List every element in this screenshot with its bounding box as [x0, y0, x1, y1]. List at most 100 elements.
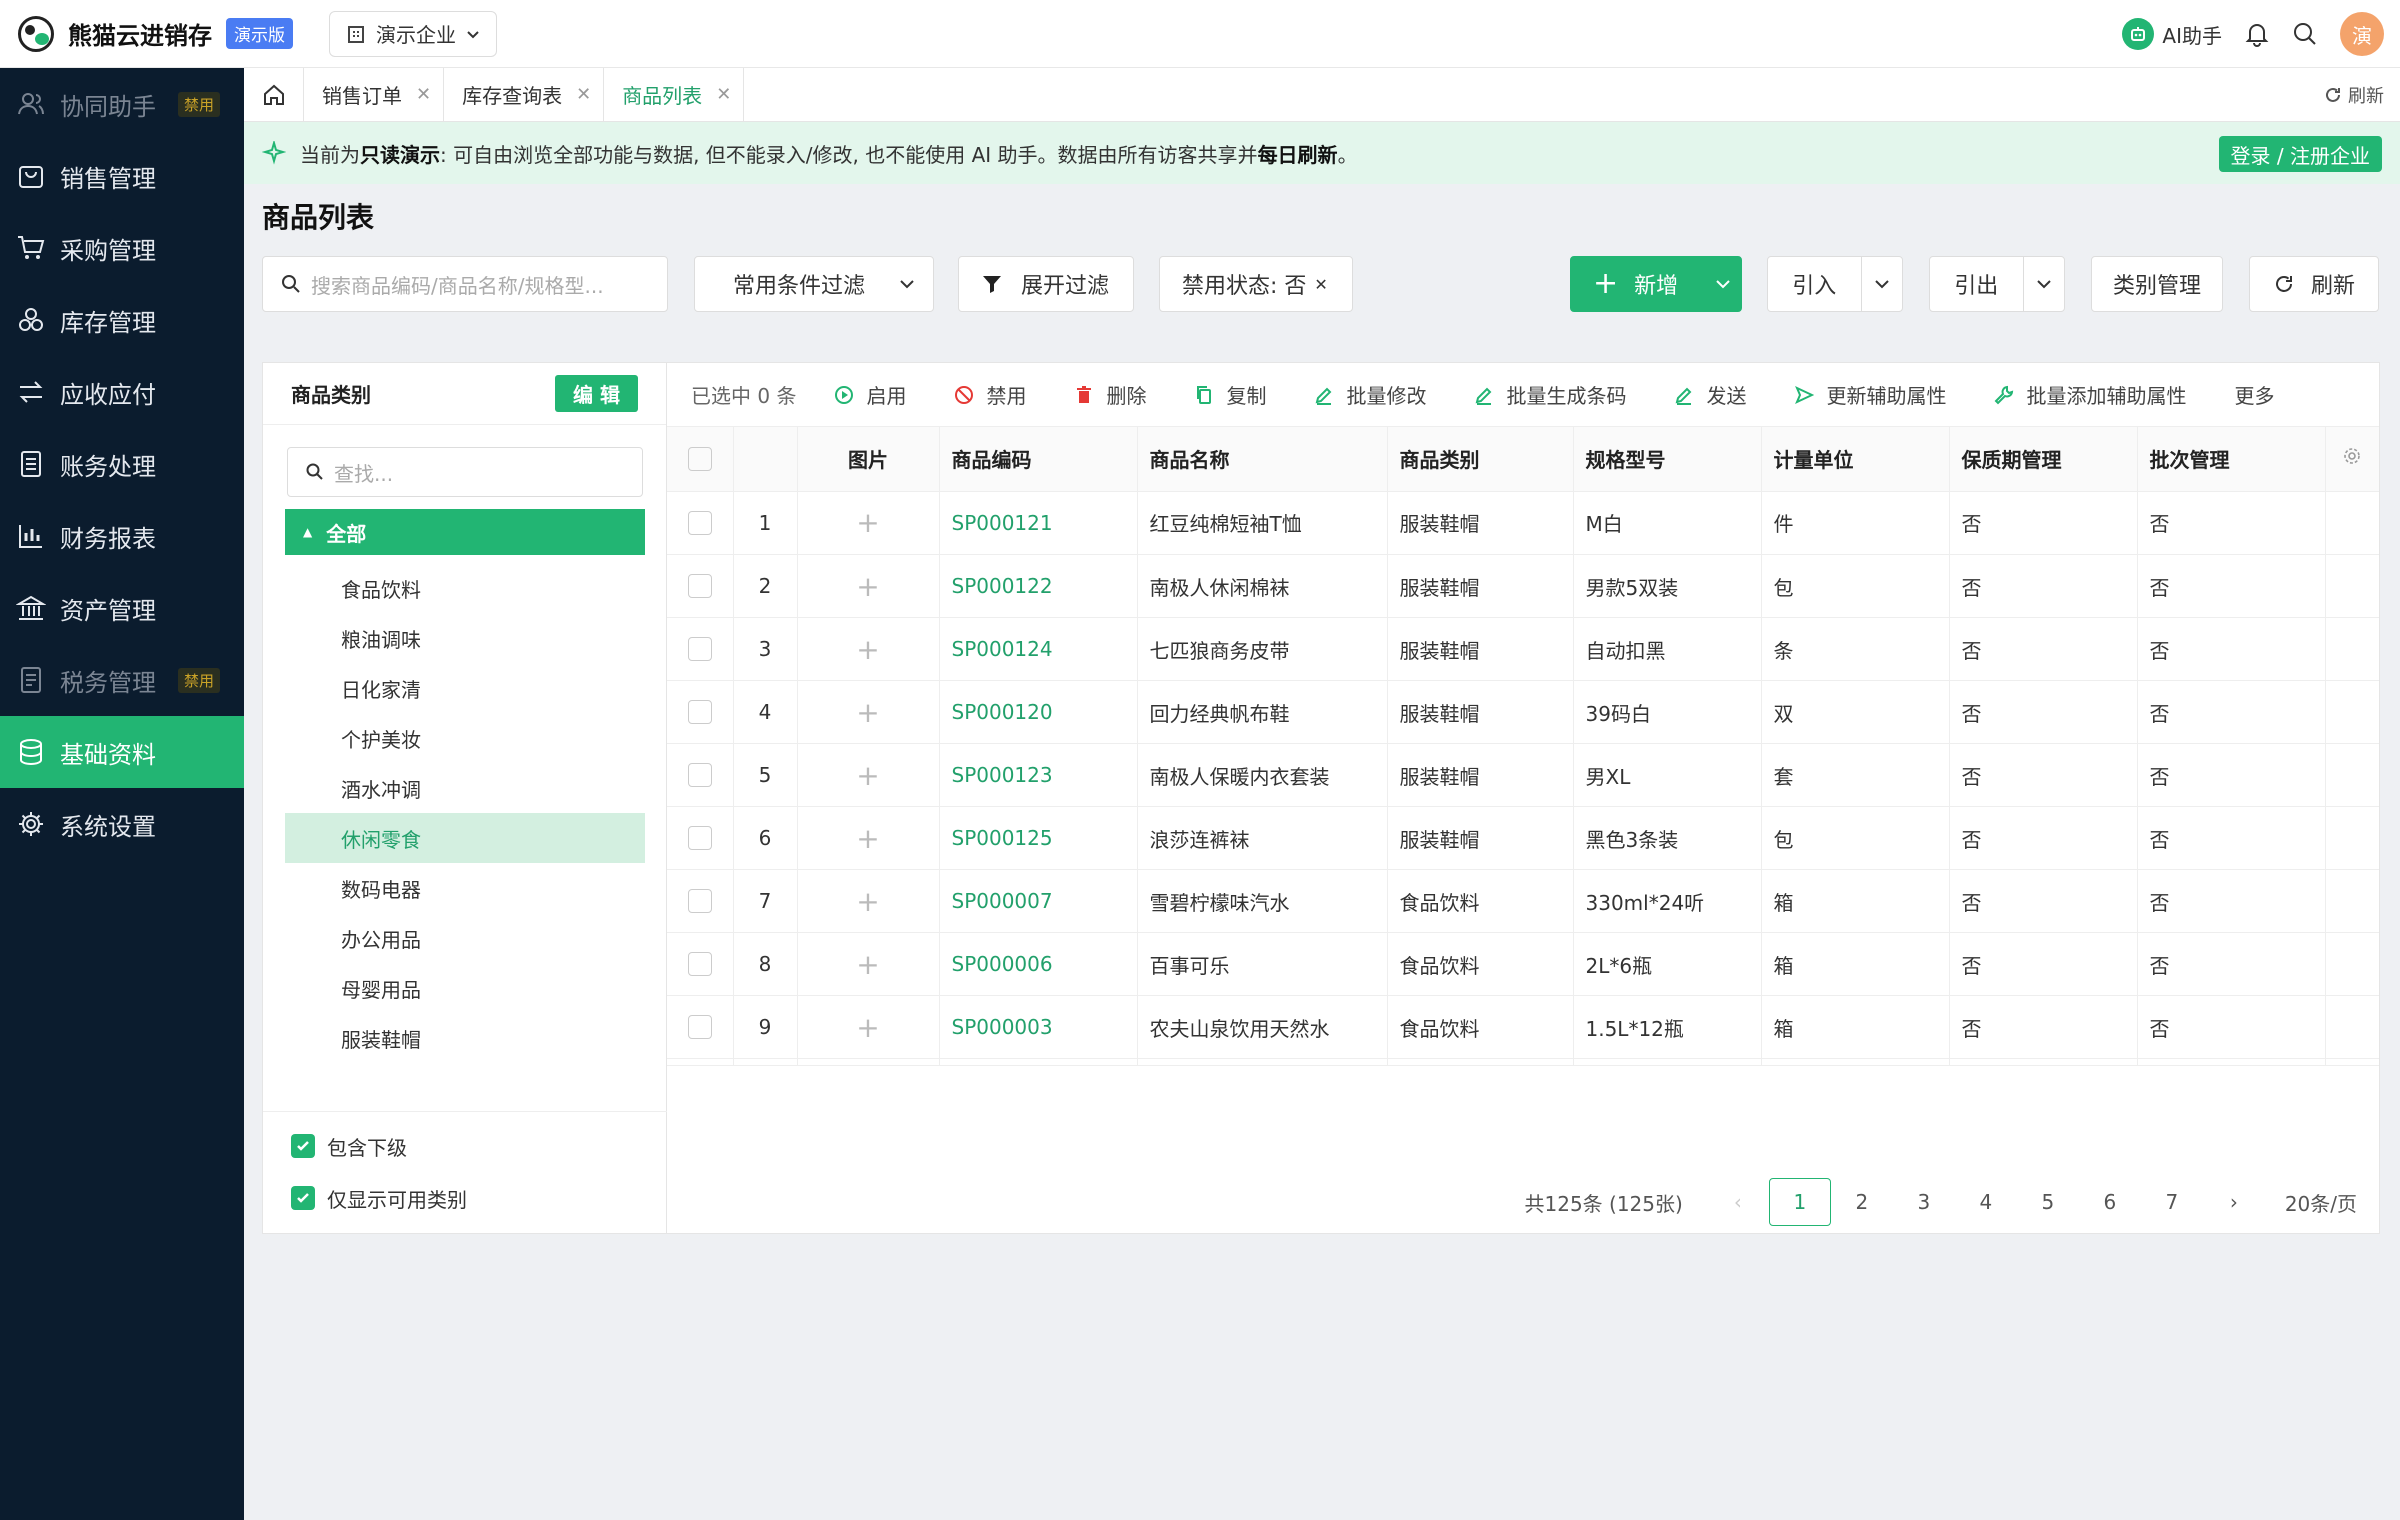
login-register-button[interactable]: 登录 / 注册企业 — [2218, 136, 2382, 172]
page-number-button[interactable]: 7 — [2141, 1178, 2203, 1226]
tab-inventory-query[interactable]: 库存查询表 ✕ — [444, 68, 605, 121]
product-code[interactable]: SP000006 — [939, 932, 1138, 996]
product-code[interactable]: SP000123 — [939, 743, 1138, 807]
avatar[interactable]: 演 — [2340, 12, 2384, 56]
tab-refresh-button[interactable]: 刷新 — [2324, 68, 2384, 122]
company-selector[interactable]: 演示企业 — [329, 10, 497, 57]
sidebar-item-purchase[interactable]: 采购管理 — [0, 212, 244, 284]
category-item[interactable]: 服装鞋帽 — [285, 1013, 645, 1063]
header-code[interactable]: 商品编码 — [939, 427, 1138, 492]
add-image-button[interactable]: + — [797, 932, 940, 996]
add-image-button[interactable]: + — [797, 869, 940, 933]
tab-home[interactable] — [244, 68, 304, 121]
product-code[interactable]: SP000121 — [939, 491, 1138, 555]
prev-page-button[interactable]: ‹ — [1707, 1178, 1769, 1226]
page-number-button[interactable]: 5 — [2017, 1178, 2079, 1226]
add-image-button[interactable]: + — [797, 554, 940, 618]
add-image-button[interactable]: + — [797, 1058, 940, 1065]
more-action[interactable]: 更多 — [2234, 380, 2274, 409]
sidebar-item-reports[interactable]: 财务报表 — [0, 500, 244, 572]
table-row[interactable]: 5 + SP000123 南极人保暖内衣套装 服装鞋帽 男XL 套否否 — [667, 743, 2379, 807]
row-checkbox[interactable] — [667, 743, 734, 807]
product-code[interactable]: SP000011 — [939, 1058, 1138, 1065]
row-checkbox[interactable] — [667, 869, 734, 933]
include-sub-checkbox[interactable]: 包含下级 — [263, 1120, 667, 1172]
send-action[interactable]: 发送 — [1674, 380, 1746, 409]
row-checkbox[interactable] — [667, 680, 734, 744]
table-row[interactable]: 6 + SP000125 浪莎连裤袜 服装鞋帽 黑色3条装包否否 — [667, 806, 2379, 870]
sidebar-item-tax[interactable]: 税务管理 禁用 — [0, 644, 244, 716]
table-body-scroll[interactable]: 1 + SP000121 红豆纯棉短袖T恤 服装鞋帽 M白件否否 2 + SP000122 南极人… — [667, 491, 2379, 1066]
update-aux-action[interactable]: 更新辅助属性 — [1794, 380, 1946, 409]
sidebar-item-inventory[interactable]: 库存管理 — [0, 284, 244, 356]
product-code[interactable]: SP000003 — [939, 995, 1138, 1059]
sidebar-item-basic-data[interactable]: 基础资料 — [0, 716, 244, 788]
page-number-button[interactable]: 6 — [2079, 1178, 2141, 1226]
close-icon[interactable]: ✕ — [716, 84, 731, 105]
disable-action[interactable]: 禁用 — [954, 380, 1026, 409]
column-settings-button[interactable] — [2325, 427, 2379, 492]
table-row[interactable]: 1 + SP000121 红豆纯棉短袖T恤 服装鞋帽 M白件否否 — [667, 491, 2379, 555]
close-icon[interactable]: ✕ — [576, 84, 591, 105]
disabled-status-chip[interactable]: 禁用状态: 否 ✕ — [1159, 256, 1353, 312]
row-checkbox[interactable] — [667, 1058, 734, 1065]
product-search-input[interactable]: 搜索商品编码/商品名称/规格型... — [262, 256, 668, 312]
category-item[interactable]: 食品饮料 — [285, 563, 645, 613]
copy-action[interactable]: 复制 — [1194, 380, 1266, 409]
expand-filter-button[interactable]: 展开过滤 — [958, 256, 1134, 312]
row-checkbox[interactable] — [667, 491, 734, 555]
header-category[interactable]: 商品类别 — [1387, 427, 1574, 492]
delete-action[interactable]: 删除 — [1074, 380, 1146, 409]
product-code[interactable]: SP000122 — [939, 554, 1138, 618]
header-unit[interactable]: 计量单位 — [1761, 427, 1950, 492]
row-checkbox[interactable] — [667, 554, 734, 618]
edit-category-button[interactable]: 编 辑 — [555, 375, 638, 412]
common-filter-dropdown[interactable]: 常用条件过滤 — [694, 256, 934, 312]
export-dropdown-toggle[interactable] — [2022, 257, 2064, 311]
tab-product-list[interactable]: 商品列表 ✕ — [604, 68, 745, 121]
add-image-button[interactable]: + — [797, 743, 940, 807]
table-row[interactable]: 8 + SP000006 百事可乐 食品饮料 2L*6瓶箱否否 — [667, 932, 2379, 996]
add-dropdown-toggle[interactable] — [1705, 257, 1741, 311]
batch-edit-action[interactable]: 批量修改 — [1314, 380, 1426, 409]
header-spec[interactable]: 规格型号 — [1573, 427, 1762, 492]
add-image-button[interactable]: + — [797, 995, 940, 1059]
header-name[interactable]: 商品名称 — [1137, 427, 1388, 492]
refresh-button[interactable]: 刷新 — [2249, 256, 2379, 312]
sidebar-item-accounting[interactable]: 账务处理 — [0, 428, 244, 500]
row-checkbox[interactable] — [667, 617, 734, 681]
category-search-input[interactable]: 查找... — [287, 447, 643, 497]
category-item[interactable]: 休闲零食 — [285, 813, 645, 863]
category-item[interactable]: 个护美妆 — [285, 713, 645, 763]
product-code[interactable]: SP000125 — [939, 806, 1138, 870]
ai-assistant-button[interactable]: AI助手 — [2122, 18, 2222, 50]
category-tree-all[interactable]: ▲ 全部 — [285, 509, 645, 555]
bell-icon[interactable] — [2244, 21, 2270, 47]
sidebar-item-settings[interactable]: 系统设置 — [0, 788, 244, 860]
row-checkbox[interactable] — [667, 995, 734, 1059]
page-number-button[interactable]: 3 — [1893, 1178, 1955, 1226]
add-image-button[interactable]: + — [797, 491, 940, 555]
sidebar-item-assets[interactable]: 资产管理 — [0, 572, 244, 644]
table-row[interactable]: 9 + SP000003 农夫山泉饮用天然水 食品饮料 1.5L*12瓶箱否否 — [667, 995, 2379, 1059]
header-image[interactable]: 图片 — [797, 427, 940, 492]
enable-action[interactable]: 启用 — [834, 380, 906, 409]
batch-add-aux-action[interactable]: 批量添加辅助属性 — [1994, 380, 2186, 409]
only-available-checkbox[interactable]: 仅显示可用类别 — [263, 1172, 667, 1224]
product-code[interactable]: SP000124 — [939, 617, 1138, 681]
import-button[interactable]: 引入 — [1767, 256, 1903, 312]
category-item[interactable]: 办公用品 — [285, 913, 645, 963]
sidebar-item-receivables[interactable]: 应收应付 — [0, 356, 244, 428]
category-item[interactable]: 日化家清 — [285, 663, 645, 713]
table-row[interactable]: 4 + SP000120 回力经典帆布鞋 服装鞋帽 39码白双否否 — [667, 680, 2379, 744]
tab-sales-order[interactable]: 销售订单 ✕ — [304, 68, 445, 121]
table-row[interactable]: 3 + SP000124 七匹狼商务皮带 服装鞋帽 自动扣黑条否否 — [667, 617, 2379, 681]
page-number-button[interactable]: 1 — [1768, 1178, 1831, 1226]
add-image-button[interactable]: + — [797, 680, 940, 744]
export-button[interactable]: 引出 — [1929, 256, 2065, 312]
page-number-button[interactable]: 2 — [1831, 1178, 1893, 1226]
select-all-checkbox[interactable] — [667, 427, 734, 492]
category-item[interactable]: 粮油调味 — [285, 613, 645, 663]
import-dropdown-toggle[interactable] — [1860, 257, 1902, 311]
batch-barcode-action[interactable]: 批量生成条码 — [1474, 380, 1626, 409]
